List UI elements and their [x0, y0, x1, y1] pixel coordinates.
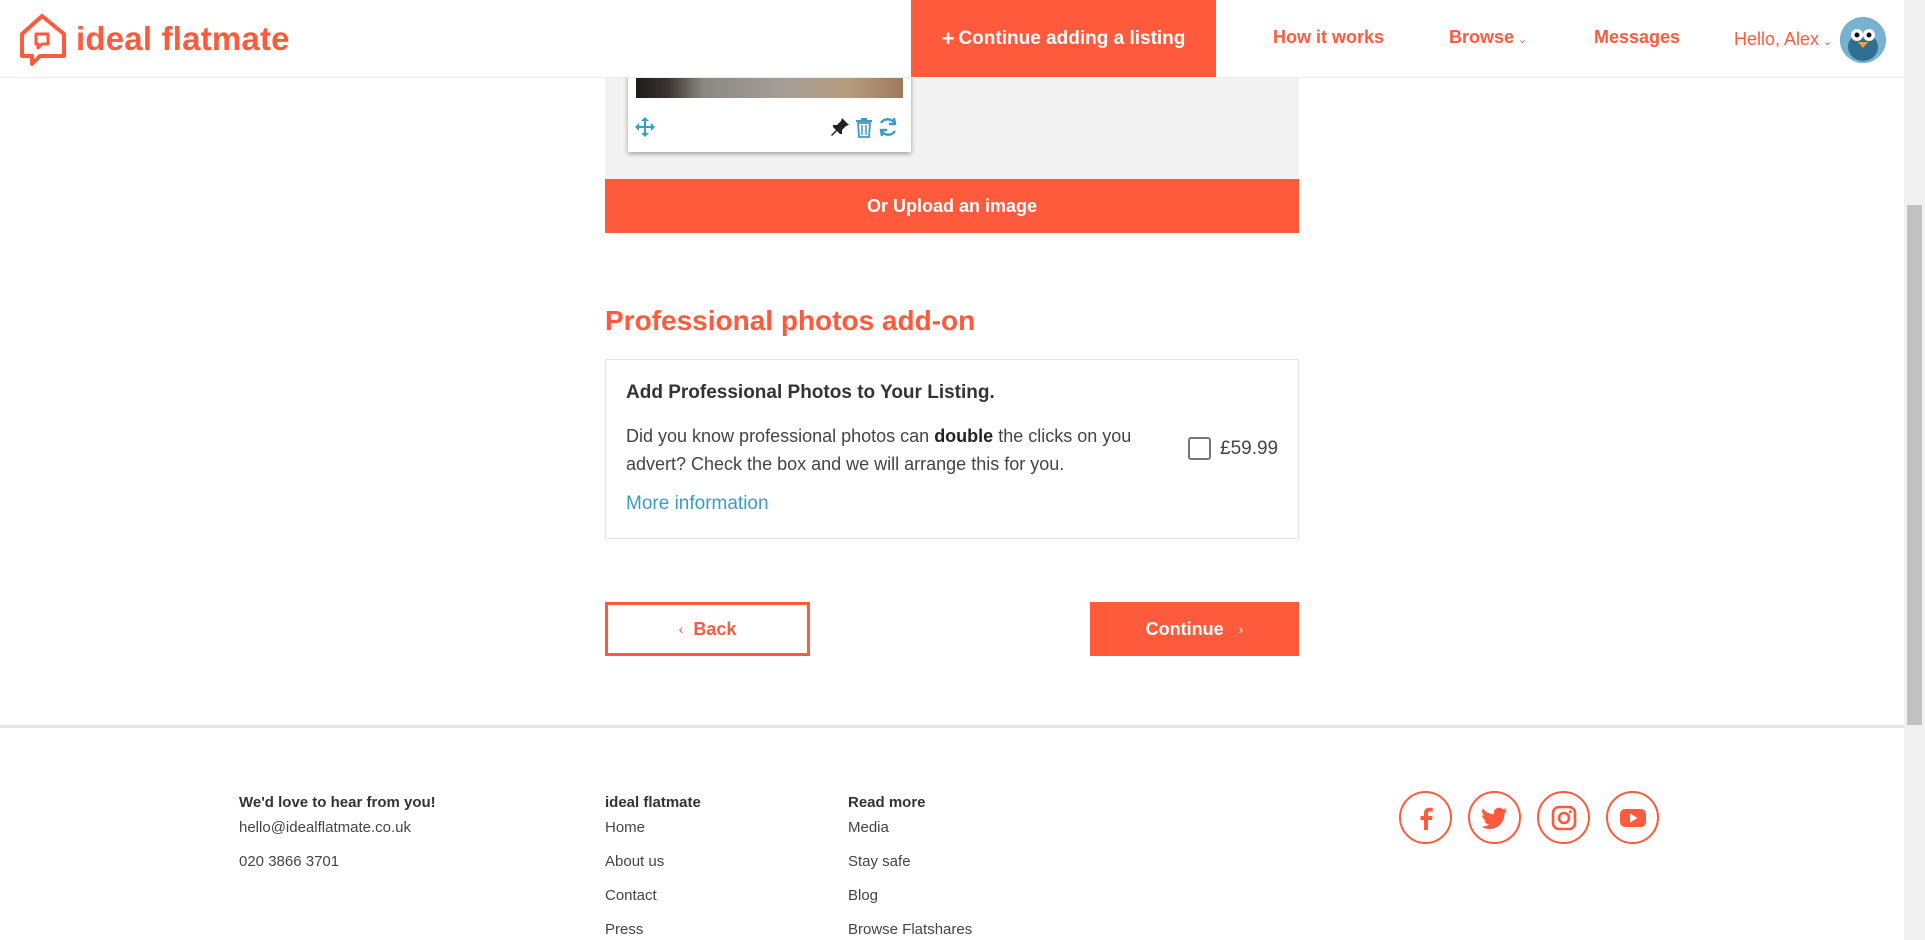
twitter-icon — [1480, 807, 1507, 829]
chevron-right-icon: › — [1238, 621, 1244, 637]
nav-messages[interactable]: Messages — [1594, 27, 1680, 48]
addon-description: Did you know professional photos can dou… — [626, 422, 1186, 478]
nav-how-it-works[interactable]: How it works — [1273, 27, 1384, 48]
youtube-icon — [1619, 808, 1646, 827]
addon-description-bold: double — [934, 426, 994, 446]
plus-icon: + — [941, 25, 955, 51]
chevron-down-icon: ⌄ — [1823, 36, 1833, 48]
addon-price: £59.99 — [1220, 438, 1279, 459]
addon-heading: Add Professional Photos to Your Listing. — [626, 382, 995, 403]
avatar[interactable] — [1840, 17, 1886, 63]
site-footer: We'd love to hear from you! hello@idealf… — [0, 725, 1904, 940]
user-menu[interactable]: Hello, Alex ⌄ — [1734, 29, 1832, 50]
facebook-icon — [1420, 807, 1433, 830]
pin-icon[interactable] — [829, 116, 851, 138]
move-icon[interactable] — [634, 116, 656, 138]
chevron-left-icon: ‹ — [678, 621, 684, 637]
nav-browse-label: Browse — [1449, 27, 1515, 47]
logo[interactable]: ideal flatmate — [18, 12, 290, 66]
footer-link-blog[interactable]: Blog — [848, 887, 972, 921]
page-scrollbar[interactable] — [1904, 0, 1925, 940]
continue-adding-listing-button[interactable]: + Continue adding a listing — [911, 0, 1216, 77]
continue-label: Continue — [1145, 618, 1224, 639]
nav-messages-label: Messages — [1594, 27, 1681, 47]
upload-image-button[interactable]: Or Upload an image — [605, 179, 1299, 233]
back-button[interactable]: ‹ Back — [605, 602, 810, 656]
footer-contact-heading: We'd love to hear from you! — [239, 794, 436, 811]
more-information-link[interactable]: More information — [626, 493, 769, 515]
footer-link-media[interactable]: Media — [848, 819, 972, 853]
footer-read-more: Read more Media Stay safe Blog Browse Fl… — [848, 794, 972, 940]
footer-contact: We'd love to hear from you! hello@idealf… — [239, 794, 436, 887]
youtube-link[interactable] — [1606, 791, 1659, 844]
instagram-link[interactable] — [1537, 791, 1590, 844]
avatar-image — [1840, 17, 1886, 63]
house-chat-icon — [20, 14, 66, 66]
addon-description-part: Did you know professional photos can — [626, 426, 935, 446]
greeting-label: Hello, Alex — [1734, 29, 1820, 49]
back-label: Back — [693, 618, 737, 639]
footer-brand-heading: ideal flatmate — [605, 794, 701, 811]
twitter-link[interactable] — [1468, 791, 1521, 844]
footer-link-stay-safe[interactable]: Stay safe — [848, 853, 972, 887]
footer-read-more-heading: Read more — [848, 794, 926, 811]
listing-photo — [636, 78, 903, 98]
footer-brand-links: ideal flatmate Home About us Contact Pre… — [605, 794, 701, 940]
instagram-icon — [1551, 805, 1576, 830]
continue-button[interactable]: Continue › — [1090, 602, 1299, 656]
chevron-down-icon: ⌄ — [1518, 34, 1528, 46]
trash-icon[interactable] — [853, 116, 875, 138]
footer-link-about[interactable]: About us — [605, 853, 701, 887]
professional-photos-checkbox[interactable] — [1188, 437, 1211, 460]
nav-how-it-works-label: How it works — [1273, 27, 1385, 47]
footer-email-link[interactable]: hello@idealflatmate.co.uk — [239, 819, 436, 853]
cta-label: Continue adding a listing — [958, 27, 1186, 49]
addon-card: Add Professional Photos to Your Listing.… — [605, 359, 1299, 539]
scrollbar-thumb[interactable] — [1907, 205, 1922, 725]
site-header: ideal flatmate + Continue adding a listi… — [0, 0, 1904, 78]
facebook-link[interactable] — [1399, 791, 1452, 844]
footer-link-home[interactable]: Home — [605, 819, 701, 853]
rotate-icon[interactable] — [877, 116, 899, 138]
nav-browse[interactable]: Browse ⌄ — [1449, 27, 1527, 48]
footer-link-browse-flatshares[interactable]: Browse Flatshares — [848, 921, 972, 940]
footer-phone-link[interactable]: 020 3866 3701 — [239, 853, 436, 887]
logo-text: ideal flatmate — [76, 20, 290, 57]
footer-link-contact[interactable]: Contact — [605, 887, 701, 921]
section-title: Professional photos add-on — [605, 305, 976, 336]
footer-link-press[interactable]: Press — [605, 921, 701, 940]
